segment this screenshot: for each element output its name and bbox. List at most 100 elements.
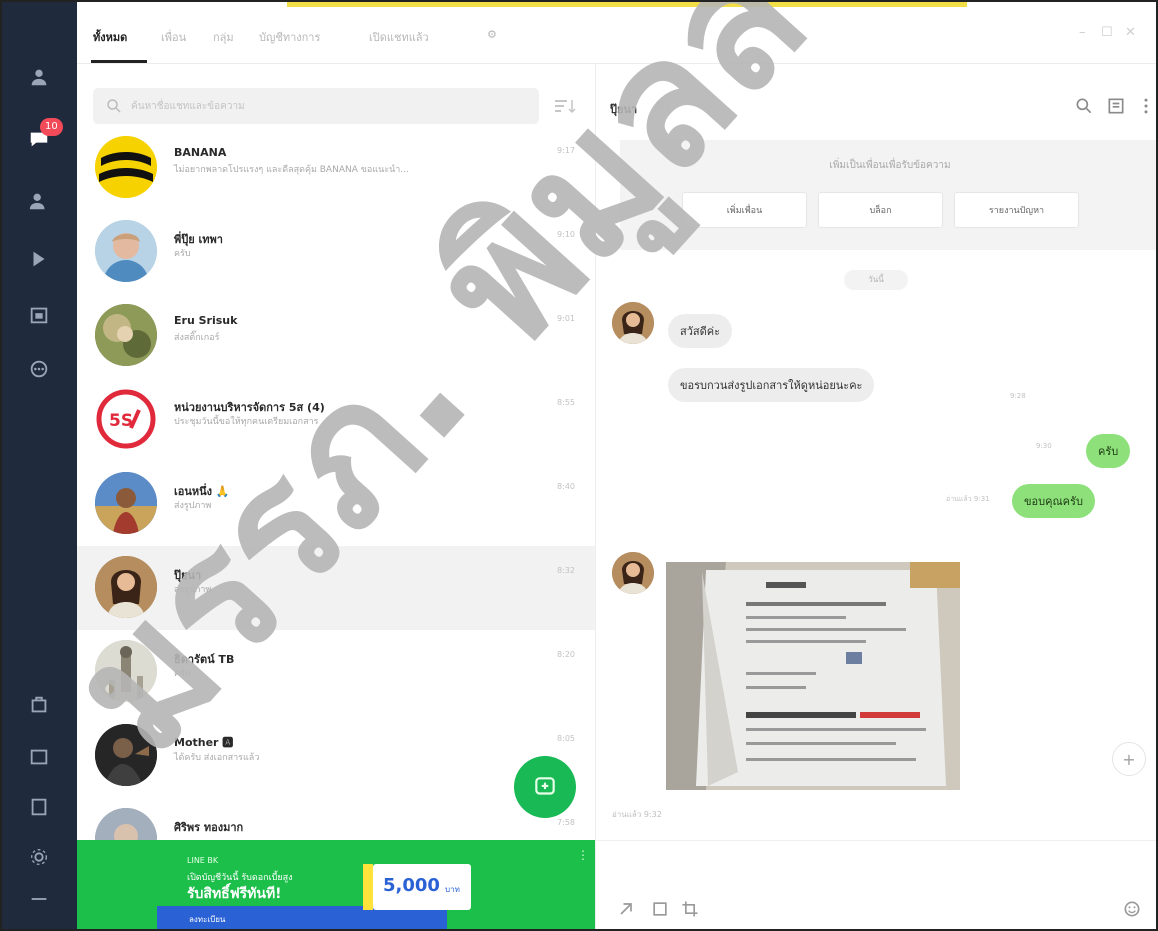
sort-icon[interactable] bbox=[553, 98, 577, 114]
avatar: 5S bbox=[95, 388, 157, 450]
ad-yellow-bar bbox=[363, 864, 373, 910]
photo-message[interactable] bbox=[666, 562, 960, 790]
notes-icon[interactable] bbox=[1106, 96, 1126, 116]
conversation-panel: ปุ๊ยนา (2) เพิ่มเป็นเพื่อนเพื่อรับข้อควา… bbox=[595, 64, 1156, 929]
chat-name: Mother 🅰 bbox=[174, 736, 234, 749]
message-composer[interactable] bbox=[596, 840, 1156, 929]
chat-name: ธิดารัตน์ TB bbox=[174, 653, 235, 666]
album-icon[interactable] bbox=[26, 744, 52, 770]
chat-row[interactable]: Eru Srisuk ส่งสติ๊กเกอร์ 9:01 bbox=[77, 294, 595, 378]
avatar bbox=[95, 556, 157, 618]
menu-icon[interactable] bbox=[26, 886, 52, 912]
more-options-icon[interactable] bbox=[1136, 96, 1156, 116]
top-tab-bar: ทั้งหมด เพื่อน กลุ่ม บัญชีทางการ เปิดแชท… bbox=[77, 2, 1156, 64]
tab-friends[interactable]: เพื่อน bbox=[161, 28, 186, 46]
tab-official[interactable]: บัญชีทางการ bbox=[259, 28, 320, 46]
nav-rail: 10 bbox=[2, 2, 77, 929]
chat-preview: ประชุมวันนี้ขอให้ทุกคนเตรียมเอกสาร bbox=[174, 417, 319, 427]
chat-row[interactable]: เอนหนึ่ง 🙏 ส่งรูปภาพ 8:40 bbox=[77, 462, 595, 546]
friends-icon[interactable] bbox=[26, 64, 52, 90]
chat-name: BANANA bbox=[174, 146, 227, 159]
avatar bbox=[95, 472, 157, 534]
ad-headline: รับสิทธิ์ฟรีทันที! bbox=[187, 886, 282, 902]
chat-preview: ส่งสติ๊กเกอร์ bbox=[174, 333, 220, 343]
chat-preview: ส่งรูปภาพ bbox=[174, 501, 212, 511]
more-icon[interactable] bbox=[26, 356, 52, 382]
chat-row[interactable]: BANANA ไม่อยากพลาดโปรแรงๆ และดีลสุดคุ้ม … bbox=[77, 126, 595, 210]
unread-badge: 10 bbox=[40, 118, 63, 136]
chat-preview: ครับ bbox=[174, 669, 191, 679]
add-friend-button[interactable]: เพิ่มเพื่อน bbox=[682, 192, 807, 228]
message-bubble-outgoing[interactable]: ขอบคุณครับ bbox=[1012, 484, 1095, 518]
sender-avatar[interactable] bbox=[612, 552, 654, 594]
ad-amount-box: 5,000 บาท bbox=[373, 864, 471, 910]
chat-preview: ไม่อยากพลาดโปรแรงๆ และดีลสุดคุ้ม BANANA … bbox=[174, 165, 409, 175]
keep-icon[interactable] bbox=[26, 692, 52, 718]
tab-groups[interactable]: กลุ่ม bbox=[213, 28, 234, 46]
scroll-down-button[interactable]: + bbox=[1112, 742, 1146, 776]
conversation-header: ปุ๊ยนา (2) bbox=[596, 64, 1156, 132]
chat-time: 9:10 bbox=[557, 230, 575, 239]
ad-menu-icon[interactable]: ⋮ bbox=[577, 848, 589, 862]
tab-all[interactable]: ทั้งหมด bbox=[93, 28, 127, 46]
message-bubble-outgoing[interactable]: ครับ bbox=[1086, 434, 1131, 468]
chat-row[interactable]: ธิดารัตน์ TB ครับ 8:20 bbox=[77, 630, 595, 714]
chat-row[interactable]: พี่ปุ๊ย เทพา ครับ 9:10 bbox=[77, 210, 595, 294]
avatar bbox=[95, 724, 157, 786]
chat-time: 7:58 bbox=[557, 818, 575, 827]
chat-name: หน่วยงานบริหารจัดการ 5ส (4) bbox=[174, 401, 325, 414]
avatar bbox=[95, 136, 157, 198]
chat-row-selected[interactable]: ปุ๊ยนา ส่งรูปภาพ 8:32 bbox=[77, 546, 595, 630]
search-icon[interactable] bbox=[1074, 96, 1094, 116]
chat-name: ศิริพร ทองมาก bbox=[174, 821, 244, 834]
calendar-icon[interactable] bbox=[26, 302, 52, 328]
ad-unit: บาท bbox=[445, 885, 460, 894]
add-friend-banner: เพิ่มเป็นเพื่อนเพื่อรับข้อความ เพิ่มเพื่… bbox=[620, 140, 1156, 250]
sender-avatar[interactable] bbox=[612, 302, 654, 344]
message-bubble-incoming[interactable]: ขอรบกวนส่งรูปเอกสารให้ดูหน่อยนะคะ bbox=[668, 368, 875, 402]
message-meta: 9:28 bbox=[1010, 392, 1026, 400]
svg-text:5S: 5S bbox=[109, 411, 133, 431]
active-tab-underline bbox=[91, 60, 147, 63]
search-input[interactable]: ค้นหาชื่อแชทและข้อความ bbox=[93, 88, 539, 124]
new-chat-button[interactable] bbox=[514, 756, 576, 818]
avatar bbox=[95, 220, 157, 282]
minimize-icon[interactable]: – bbox=[1079, 25, 1086, 40]
ad-amount: 5,000 bbox=[383, 875, 440, 896]
avatar bbox=[95, 640, 157, 702]
ad-banner[interactable]: LINE BK เปิดบัญชีวันนี้ รับดอกเบี้ยสูง ร… bbox=[77, 840, 595, 929]
timeline-icon[interactable] bbox=[26, 246, 52, 272]
chat-time: 9:17 bbox=[557, 146, 575, 155]
screenshot-icon[interactable] bbox=[680, 899, 700, 919]
tab-menu-icon[interactable]: ⚙ bbox=[487, 28, 497, 41]
add-friend-icon[interactable] bbox=[26, 188, 52, 214]
conversation-member-count: (2) bbox=[656, 101, 669, 111]
chat-time: 8:32 bbox=[557, 566, 575, 575]
attach-file-icon[interactable] bbox=[650, 899, 670, 919]
chat-preview: ส่งรูปภาพ bbox=[174, 585, 212, 595]
chat-name: Eru Srisuk bbox=[174, 314, 238, 327]
chat-preview: ได้ครับ ส่งเอกสารแล้ว bbox=[174, 753, 260, 763]
chat-time: 8:40 bbox=[557, 482, 575, 491]
chat-name: พี่ปุ๊ย เทพา bbox=[174, 233, 223, 246]
photo-read-status: อ่านแล้ว 9:32 bbox=[612, 810, 662, 819]
emoji-icon[interactable] bbox=[1122, 899, 1142, 919]
report-button[interactable]: รายงานปัญหา bbox=[954, 192, 1079, 228]
sticker-icon[interactable] bbox=[616, 899, 636, 919]
ad-cta: ลงทะเบียน bbox=[189, 915, 226, 924]
ad-small-text: LINE BK bbox=[187, 856, 219, 865]
chat-preview: ครับ bbox=[174, 249, 191, 259]
settings-icon[interactable] bbox=[26, 844, 52, 870]
app-window: 10 ทั้งหมด เพื่อน กลุ่ม บัญชีทางการ เปิด… bbox=[0, 0, 1158, 931]
note-icon[interactable] bbox=[26, 794, 52, 820]
close-icon[interactable]: ✕ bbox=[1125, 25, 1136, 40]
search-placeholder: ค้นหาชื่อแชทและข้อความ bbox=[131, 101, 245, 112]
chat-name: เอนหนึ่ง 🙏 bbox=[174, 485, 230, 498]
message-bubble-incoming[interactable]: สวัสดีค่ะ bbox=[668, 314, 733, 348]
block-button[interactable]: บล็อก bbox=[818, 192, 943, 228]
chat-row[interactable]: 5S หน่วยงานบริหารจัดการ 5ส (4) ประชุมวัน… bbox=[77, 378, 595, 462]
new-chat-icon bbox=[535, 777, 555, 795]
conversation-title: ปุ๊ยนา bbox=[610, 103, 638, 116]
tab-open-chats[interactable]: เปิดแชทแล้ว bbox=[369, 28, 429, 46]
maximize-icon[interactable]: ☐ bbox=[1101, 25, 1113, 40]
